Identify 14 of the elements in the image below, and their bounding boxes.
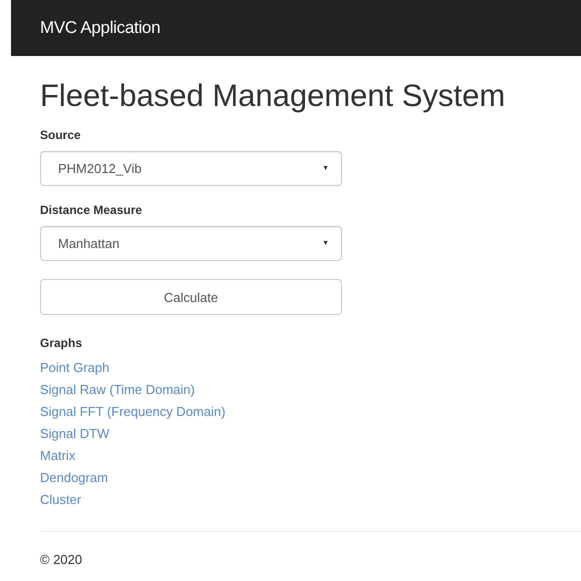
graph-link[interactable]: Signal FFT (Frequency Domain) (40, 402, 226, 421)
calculate-button[interactable]: Calculate (40, 279, 342, 315)
graph-link[interactable]: Signal DTW (40, 424, 110, 443)
graph-link[interactable]: Cluster (40, 490, 82, 509)
graph-link[interactable]: Signal Raw (Time Domain) (40, 380, 195, 399)
graph-link[interactable]: Matrix (40, 446, 76, 465)
brand-link[interactable]: MVC Application (40, 18, 160, 38)
copyright-text: © 2020 (40, 552, 84, 567)
graph-link[interactable]: Point Graph (40, 358, 110, 377)
page-title: Fleet-based Management System (40, 78, 506, 114)
section-heading: Graphs (40, 336, 84, 350)
graph-link[interactable]: Dendogram (40, 468, 108, 487)
field-label: Distance Measure (40, 203, 144, 217)
field-label: Source (40, 128, 82, 142)
